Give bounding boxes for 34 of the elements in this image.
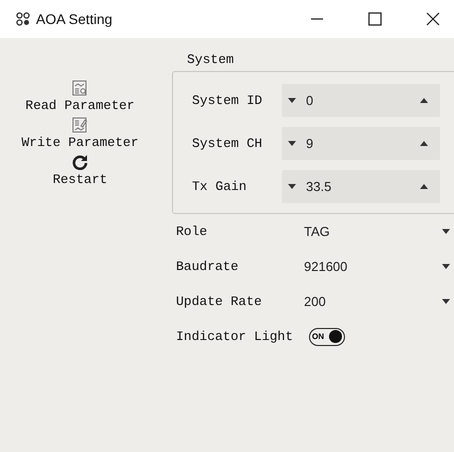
field-label: System CH bbox=[192, 136, 264, 151]
dropdown[interactable]: TAG bbox=[304, 224, 454, 239]
increment-icon[interactable] bbox=[420, 141, 428, 146]
setting-label: Update Rate bbox=[176, 294, 263, 309]
field-label: Tx Gain bbox=[192, 179, 248, 194]
decrement-icon[interactable] bbox=[288, 184, 296, 189]
toggle-switch[interactable]: ON bbox=[309, 328, 345, 346]
dropdown[interactable]: 921600 bbox=[304, 259, 454, 274]
caret-icon[interactable] bbox=[442, 299, 450, 304]
caret-icon[interactable] bbox=[442, 229, 450, 234]
field-label: System ID bbox=[192, 93, 264, 108]
spin-box[interactable]: 9 bbox=[282, 127, 440, 160]
close-icon[interactable] bbox=[426, 12, 440, 26]
group-title: System bbox=[187, 52, 235, 67]
maximize-icon[interactable] bbox=[368, 12, 382, 26]
spin-box[interactable]: 0 bbox=[282, 84, 440, 117]
document-pencil-icon[interactable] bbox=[72, 117, 88, 133]
setting-label: Indicator Light bbox=[176, 329, 294, 344]
increment-icon[interactable] bbox=[420, 98, 428, 103]
document-magnifier-icon[interactable] bbox=[72, 80, 88, 96]
spin-box[interactable]: 33.5 bbox=[282, 170, 440, 203]
caret-icon[interactable] bbox=[442, 264, 450, 269]
setting-label: Baudrate bbox=[176, 259, 240, 274]
setting-label: Role bbox=[176, 224, 208, 239]
decrement-icon[interactable] bbox=[288, 141, 296, 146]
sidebar-button-label[interactable]: Restart bbox=[52, 172, 108, 187]
sidebar-button-label[interactable]: Read Parameter bbox=[25, 98, 135, 113]
app-icon bbox=[16, 12, 30, 26]
sidebar-button-label[interactable]: Write Parameter bbox=[21, 135, 139, 150]
dropdown[interactable]: 200 bbox=[304, 294, 454, 309]
window-title: AOA Setting bbox=[36, 11, 112, 27]
increment-icon[interactable] bbox=[420, 184, 428, 189]
refresh-icon[interactable] bbox=[72, 154, 88, 170]
decrement-icon[interactable] bbox=[288, 98, 296, 103]
